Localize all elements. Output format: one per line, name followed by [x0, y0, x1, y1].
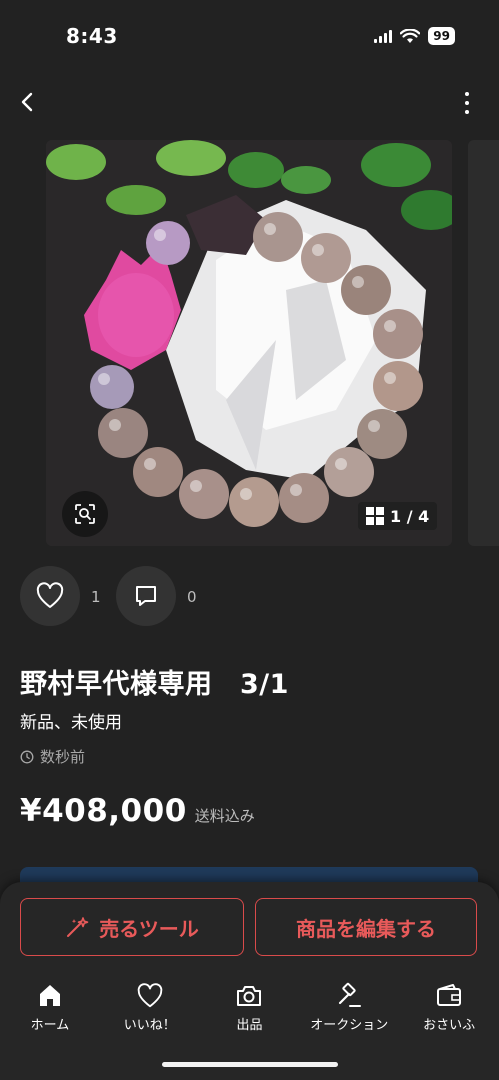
edit-item-button[interactable]: 商品を編集する [255, 898, 477, 956]
back-button[interactable] [14, 88, 42, 116]
shipping-note: 送料込み [194, 807, 255, 825]
comment-icon [136, 586, 156, 606]
like-button[interactable] [20, 566, 80, 626]
gavel-icon [339, 982, 362, 1007]
tab-likes-label: いいね！ [123, 1018, 176, 1033]
grid-icon [366, 507, 384, 525]
tab-wallet-label: おさいふ [423, 1018, 476, 1033]
posted-time: 数秒前 [20, 746, 85, 767]
heart-icon [36, 582, 64, 608]
item-price: ¥408,000 [20, 793, 187, 829]
chevron-left-icon [21, 92, 33, 112]
next-photo-preview[interactable] [468, 140, 499, 546]
more-menu-button[interactable] [463, 92, 471, 114]
edit-item-label: 商品を編集する [296, 916, 436, 941]
tab-listing-label: 出品 [236, 1018, 263, 1033]
status-time: 8:43 [66, 24, 118, 48]
posted-time-text: 数秒前 [40, 748, 86, 766]
bracelet-photo-image [46, 140, 452, 546]
lens-scan-icon [75, 504, 95, 524]
item-title: 野村早代様専用 3/1 [20, 669, 289, 700]
home-icon [39, 985, 60, 1006]
tab-home[interactable]: ホーム [0, 976, 100, 1046]
photo-counter-text: 1 / 4 [390, 506, 430, 526]
photo-counter[interactable]: 1 / 4 [358, 502, 438, 530]
wallet-icon [437, 984, 462, 1006]
tab-auction[interactable]: オークション [299, 976, 399, 1046]
sell-tool-button[interactable]: 売るツール [20, 898, 244, 956]
magic-wand-icon [67, 917, 89, 937]
comment-button[interactable] [116, 566, 176, 626]
home-indicator [162, 1062, 338, 1067]
tab-likes[interactable]: いいね！ [100, 976, 200, 1046]
tab-home-label: ホーム [30, 1018, 70, 1033]
image-search-button[interactable] [62, 491, 108, 537]
tab-auction-label: オークション [310, 1018, 389, 1033]
heart-icon [137, 983, 162, 1008]
sell-tool-label: 売るツール [99, 916, 199, 941]
clock-icon [20, 750, 34, 763]
product-photo[interactable] [46, 140, 452, 546]
tab-wallet[interactable]: おさいふ [399, 976, 499, 1046]
tab-bar: ホーム いいね！ 出品 オークション おさいふ [0, 976, 499, 1046]
price-row: ¥408,000 送料込み [20, 793, 255, 829]
tab-listing[interactable]: 出品 [200, 976, 300, 1046]
comment-count: 0 [187, 588, 197, 606]
camera-icon [237, 986, 262, 1006]
wifi-icon [400, 28, 421, 43]
battery-icon: 99 [428, 27, 455, 45]
signal-icon [374, 29, 393, 43]
item-condition: 新品、未使用 [20, 713, 122, 733]
status-icons: 99 [374, 27, 455, 45]
like-count: 1 [91, 588, 101, 606]
